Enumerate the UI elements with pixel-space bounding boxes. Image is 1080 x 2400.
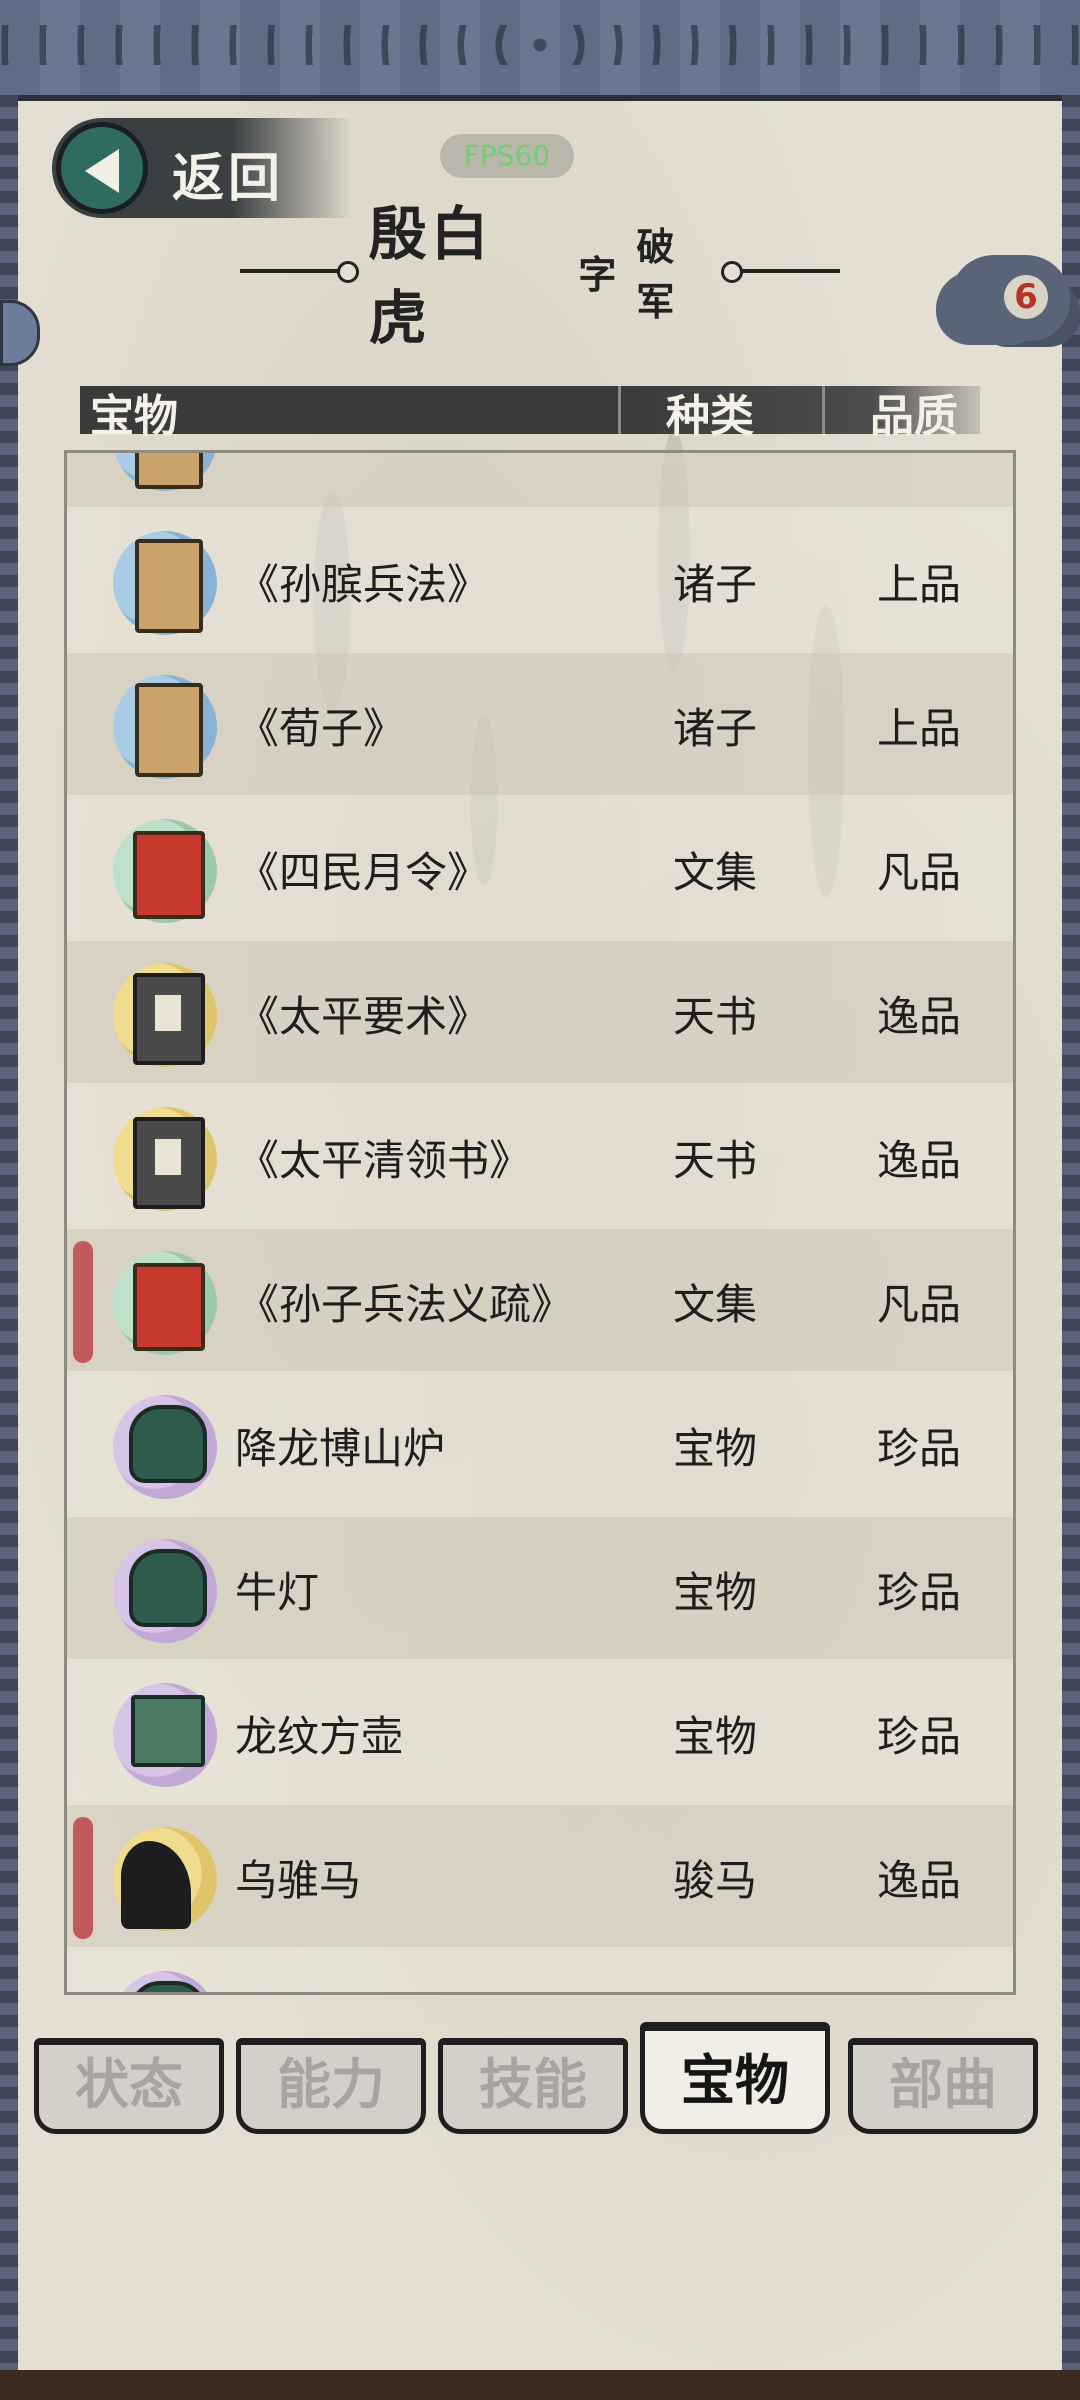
- right-border: [1062, 95, 1080, 2375]
- item-name: 《荀子》: [237, 704, 406, 753]
- title-ornament-left: [240, 261, 359, 283]
- dark-book-icon: [113, 963, 217, 1067]
- tab-status[interactable]: 状态: [34, 2038, 224, 2134]
- selection-marker: [73, 1241, 93, 1363]
- column-item: 宝物: [90, 391, 178, 442]
- item-type: 诸子: [673, 560, 758, 609]
- list-item-partial[interactable]: [67, 1949, 1013, 1992]
- list-item[interactable]: 《孙子兵法义疏》 文集 凡品: [67, 1229, 1013, 1371]
- red-book-icon: [113, 819, 217, 923]
- bronze-icon: [113, 1971, 217, 1992]
- item-name: 《太平清领书》: [237, 1136, 532, 1185]
- column-separator: [822, 386, 825, 434]
- item-name: 龙纹方壶: [235, 1712, 404, 1761]
- item-quality: 逸品: [877, 1136, 962, 1185]
- list-item[interactable]: 《荀子》 诸子 上品: [67, 653, 1013, 795]
- item-quality: 上品: [877, 704, 962, 753]
- book-icon: [113, 453, 217, 491]
- list-item[interactable]: 《太平清领书》 天书 逸品: [67, 1085, 1013, 1227]
- column-type: 种类: [666, 391, 754, 442]
- character-name: 殷白虎: [368, 200, 493, 352]
- item-name: 《孙子兵法义疏》: [237, 1280, 574, 1329]
- list-item-partial[interactable]: [67, 453, 1013, 507]
- item-type: 天书: [673, 992, 758, 1041]
- book-icon: [113, 531, 217, 635]
- treasure-list[interactable]: 《孙膑兵法》 诸子 上品 《荀子》 诸子 上品 《四民月令》 文集 凡品 《太平…: [64, 450, 1016, 1995]
- cloud-badge[interactable]: 6: [950, 255, 1070, 341]
- title-ornament-right: [721, 261, 841, 283]
- badge-count: 6: [1004, 275, 1048, 319]
- bottom-strip: [0, 2370, 1080, 2400]
- tab-troops[interactable]: 部曲: [848, 2038, 1038, 2134]
- item-quality: 凡品: [877, 1280, 962, 1329]
- list-item[interactable]: 牛灯 宝物 珍品: [67, 1517, 1013, 1659]
- item-quality: 上品: [877, 560, 962, 609]
- list-item[interactable]: 龙纹方壶 宝物 珍品: [67, 1661, 1013, 1803]
- bronze-lamp-icon: [113, 1539, 217, 1643]
- item-quality: 珍品: [877, 1424, 962, 1473]
- left-border: [0, 95, 18, 2375]
- back-arrow-icon[interactable]: [56, 122, 148, 214]
- tab-treasure[interactable]: 宝物: [640, 2022, 830, 2134]
- item-type: 宝物: [673, 1712, 758, 1761]
- item-type: 文集: [673, 848, 758, 897]
- horse-icon: [113, 1827, 217, 1931]
- item-quality: 凡品: [877, 848, 962, 897]
- item-type: 文集: [673, 1280, 758, 1329]
- fps-counter: FPS60: [440, 134, 574, 178]
- red-book-icon: [113, 1251, 217, 1355]
- item-name: 《孙膑兵法》: [237, 560, 490, 609]
- item-type: 宝物: [673, 1424, 758, 1473]
- item-name: 《四民月令》: [237, 848, 490, 897]
- back-label[interactable]: 返回: [172, 136, 284, 211]
- item-name: 乌骓马: [235, 1856, 362, 1905]
- top-decorative-border: [0, 0, 1080, 101]
- column-separator: [618, 386, 621, 434]
- list-item[interactable]: 降龙博山炉 宝物 珍品: [67, 1373, 1013, 1515]
- item-type: 宝物: [673, 1568, 758, 1617]
- book-icon: [113, 675, 217, 779]
- item-type: 天书: [673, 1136, 758, 1185]
- tab-skills[interactable]: 技能: [438, 2038, 628, 2134]
- column-quality: 品质: [870, 391, 958, 442]
- item-quality: 珍品: [877, 1712, 962, 1761]
- character-title: 殷白虎 字 破军: [240, 200, 841, 352]
- vine-pattern: [0, 25, 1080, 65]
- bronze-vessel-icon: [113, 1683, 217, 1787]
- item-name: 降龙博山炉: [235, 1424, 446, 1473]
- tab-bar: 状态 能力 技能 宝物 部曲: [34, 2022, 1044, 2137]
- item-name: 牛灯: [235, 1568, 320, 1617]
- selection-marker: [73, 1817, 93, 1939]
- courtesy-name: 破军: [636, 225, 675, 324]
- list-item[interactable]: 《四民月令》 文集 凡品: [67, 797, 1013, 939]
- back-button[interactable]: 返回: [52, 118, 352, 218]
- item-quality: 逸品: [877, 1856, 962, 1905]
- column-header: 宝物 种类 品质: [80, 386, 980, 442]
- item-type: 诸子: [673, 704, 758, 753]
- item-type: 骏马: [673, 1856, 758, 1905]
- item-quality: 珍品: [877, 1568, 962, 1617]
- item-quality: 逸品: [877, 992, 962, 1041]
- tab-ability[interactable]: 能力: [236, 2038, 426, 2134]
- dark-book-icon: [113, 1107, 217, 1211]
- list-item[interactable]: 乌骓马 骏马 逸品: [67, 1805, 1013, 1947]
- courtesy-prefix: 字: [578, 252, 617, 297]
- list-item[interactable]: 《太平要术》 天书 逸品: [67, 941, 1013, 1083]
- bronze-censer-icon: [113, 1395, 217, 1499]
- list-item[interactable]: 《孙膑兵法》 诸子 上品: [67, 509, 1013, 651]
- item-name: 《太平要术》: [237, 992, 490, 1041]
